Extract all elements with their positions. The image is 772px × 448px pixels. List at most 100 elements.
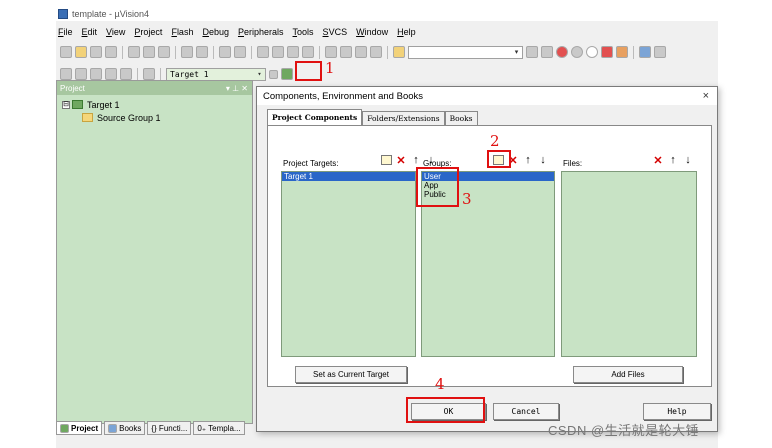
tab-project-components[interactable]: Project Components <box>267 109 363 125</box>
books-icon <box>108 423 118 433</box>
collapse-icon[interactable]: ⊟ <box>62 100 70 109</box>
tab-books-dialog[interactable]: Books <box>444 111 478 125</box>
project-panel-header: Project ▾ ⊥ ✕ <box>57 81 252 95</box>
incremental-find-icon[interactable] <box>541 46 553 58</box>
bookmark-icon[interactable] <box>257 46 269 58</box>
open-folder-icon[interactable] <box>75 46 87 58</box>
target-select[interactable]: Target 1 ▾ <box>166 67 266 81</box>
window-layout-icon[interactable] <box>639 46 651 58</box>
panel-controls[interactable]: ▾ ⊥ ✕ <box>226 84 248 93</box>
tree-group[interactable]: Source Group 1 <box>62 111 247 124</box>
tab-templates-label: 0₊ Templa... <box>197 423 241 433</box>
target-select-value: Target 1 <box>170 69 209 79</box>
annotation-4: 4 <box>435 375 445 393</box>
menu-tools[interactable]: Tools <box>293 27 314 37</box>
menu-bar: File Edit View Project Flash Debug Perip… <box>56 25 425 39</box>
find-icon[interactable] <box>526 46 538 58</box>
help-button[interactable]: Help <box>643 403 711 420</box>
tab-functions[interactable]: {} Functi... <box>147 421 192 435</box>
indent-icon[interactable] <box>325 46 337 58</box>
paste-icon[interactable] <box>158 46 170 58</box>
tree-target-label: Target 1 <box>87 99 120 110</box>
dialog-title-bar: Components, Environment and Books × <box>257 87 717 105</box>
menu-project[interactable]: Project <box>134 27 162 37</box>
tab-functions-label: {} Functi... <box>151 423 188 433</box>
menu-view[interactable]: View <box>106 27 125 37</box>
project-panel-tabs: Project Books {} Functi... 0₊ Templa... <box>56 421 245 436</box>
menu-debug[interactable]: Debug <box>202 27 229 37</box>
breakpoint-enable-icon[interactable] <box>586 46 598 58</box>
menu-help[interactable]: Help <box>397 27 416 37</box>
folder-icon <box>82 113 93 122</box>
delete-target-icon[interactable]: ✕ <box>395 154 407 167</box>
move-down-icon[interactable]: ↓ <box>682 154 694 166</box>
download-icon[interactable] <box>143 68 155 80</box>
watermark: CSDN @生活就是轮大锤 <box>548 423 700 438</box>
menu-svcs[interactable]: SVCS <box>323 27 348 37</box>
stop-build-icon[interactable] <box>120 68 132 80</box>
close-icon[interactable]: × <box>703 90 709 102</box>
menu-flash[interactable]: Flash <box>171 27 193 37</box>
new-file-icon[interactable] <box>60 46 72 58</box>
bookmark-prev-icon[interactable] <box>272 46 284 58</box>
undo-icon[interactable] <box>181 46 193 58</box>
nav-back-icon[interactable] <box>219 46 231 58</box>
menu-peripherals[interactable]: Peripherals <box>238 27 284 37</box>
project-targets-list[interactable]: Target 1 <box>281 171 416 357</box>
configure-icon[interactable] <box>654 46 666 58</box>
nav-forward-icon[interactable] <box>234 46 246 58</box>
tab-folders-extensions[interactable]: Folders/Extensions <box>362 111 445 125</box>
project-icon <box>60 423 69 433</box>
project-panel-title: Project <box>60 83 85 93</box>
find-combo[interactable]: ▾ <box>408 45 523 59</box>
list-item[interactable]: Target 1 <box>282 172 415 181</box>
move-up-icon[interactable]: ↑ <box>667 154 679 166</box>
bookmark-clear-icon[interactable] <box>302 46 314 58</box>
components-dialog: Components, Environment and Books × Proj… <box>256 86 718 432</box>
batch-build-icon[interactable] <box>105 68 117 80</box>
breakpoint-insert-icon[interactable] <box>571 46 583 58</box>
move-down-icon[interactable]: ↓ <box>537 154 549 166</box>
rebuild-icon[interactable] <box>90 68 102 80</box>
tab-project-label: Project <box>71 423 99 433</box>
bookmark-next-icon[interactable] <box>287 46 299 58</box>
save-all-icon[interactable] <box>105 46 117 58</box>
uncomment-icon[interactable] <box>370 46 382 58</box>
cut-icon[interactable] <box>128 46 140 58</box>
cancel-button[interactable]: Cancel <box>493 403 559 420</box>
redo-icon[interactable] <box>196 46 208 58</box>
files-list[interactable] <box>561 171 697 357</box>
find-in-files-icon[interactable] <box>393 46 405 58</box>
debug-session-icon[interactable] <box>556 46 568 58</box>
move-up-icon[interactable]: ↑ <box>410 154 422 166</box>
build-icon[interactable] <box>75 68 87 80</box>
menu-file[interactable]: File <box>58 27 73 37</box>
annotation-1: 1 <box>325 59 335 77</box>
target-options-icon[interactable] <box>269 69 278 79</box>
breakpoint-disable-icon[interactable] <box>616 46 628 58</box>
unindent-icon[interactable] <box>340 46 352 58</box>
menu-window[interactable]: Window <box>356 27 388 37</box>
files-label: Files: <box>563 159 583 168</box>
move-up-icon[interactable]: ↑ <box>522 154 534 166</box>
manage-project-items-icon[interactable] <box>281 68 293 80</box>
delete-file-icon[interactable]: ✕ <box>652 154 664 167</box>
comment-icon[interactable] <box>355 46 367 58</box>
highlight-2 <box>487 150 511 168</box>
tab-templates[interactable]: 0₊ Templa... <box>193 421 245 435</box>
tree-target[interactable]: ⊟ Target 1 <box>62 98 247 111</box>
tab-books[interactable]: Books <box>104 421 146 435</box>
tab-books-label: Books <box>119 423 142 433</box>
translate-icon[interactable] <box>60 68 72 80</box>
new-target-icon[interactable] <box>381 155 392 165</box>
chevron-down-icon: ▾ <box>514 48 519 56</box>
menu-edit[interactable]: Edit <box>82 27 98 37</box>
tree-group-label: Source Group 1 <box>97 112 161 123</box>
breakpoint-kill-icon[interactable] <box>601 46 613 58</box>
main-toolbar: ▾ <box>56 43 718 61</box>
copy-icon[interactable] <box>143 46 155 58</box>
tab-project[interactable]: Project <box>56 421 103 435</box>
save-icon[interactable] <box>90 46 102 58</box>
add-files-button[interactable]: Add Files <box>573 366 683 383</box>
set-current-target-button[interactable]: Set as Current Target <box>295 366 407 383</box>
